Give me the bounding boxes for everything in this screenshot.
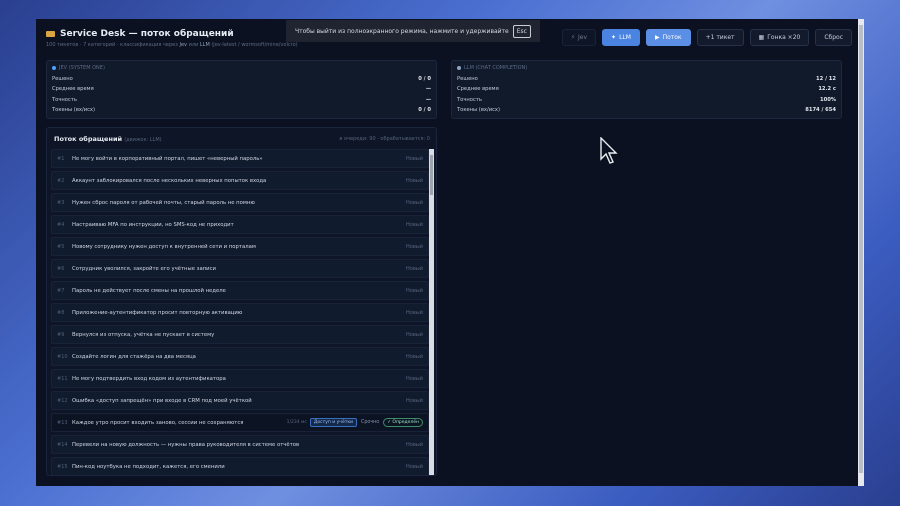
ticket-status: Новый [406,331,423,338]
header: Service Desk — поток обращений 100 тикет… [46,29,298,48]
category-badge: Доступ и учётки [309,418,357,427]
ticket-text: Приложение-аутентификатор просит повторн… [72,309,243,316]
ticket-row[interactable]: #4 Настраиваю MFA по инструкции, но SMS-к… [51,215,429,234]
play-icon: ▶ [654,34,660,41]
ticket-text: Перевели на новую должность — нужны прав… [72,441,300,448]
bolt-icon: ⚡ [570,34,576,41]
jev-engine-button[interactable]: ⚡ Jev [561,29,597,46]
ticket-text: Каждое утро просит входить заново, сесси… [72,419,244,426]
ticket-status: Новый [406,243,423,250]
reset-button[interactable]: Сброс [815,29,852,46]
result-badge: ✓ Определён [383,418,423,427]
ticket-number: #11 [57,375,68,382]
ticket-text: Создайте логин для стажёра на два месяца [72,353,196,360]
ticket-list[interactable]: #1 Не могу войти в корпоративный портал, … [51,149,429,475]
ticket-number: #2 [57,177,65,184]
ticket-number: #9 [57,331,65,338]
ticket-row[interactable]: #12 Ошибка «доступ запрещён» при входе в … [51,391,429,410]
ticket-status: Новый [406,397,423,404]
ticket-number: #14 [57,441,68,448]
race-button[interactable]: ▦ Гонка ×20 [749,29,810,46]
ticket-text: Вернулся из отпуска, учётка не пускает в… [72,331,215,338]
ticket-row-active[interactable]: #13 Каждое утро просит входить заново, се… [51,413,429,432]
ticket-row[interactable]: #5 Новому сотруднику нужен доступ к внутр… [51,237,429,256]
mouse-cursor-icon [600,137,618,164]
ticket-status: Новый [406,199,423,206]
flow-button[interactable]: ▶ Поток [645,29,691,46]
ticket-number: #5 [57,243,65,250]
ticket-text: Пароль не действует после смены на прошл… [72,287,226,294]
ticket-status: Новый [406,309,423,316]
ticket-text: Ошибка «доступ запрещён» при входе в CRM… [72,397,252,404]
ticket-status: Новый [406,265,423,272]
ticket-row[interactable]: #7 Пароль не действует после смены на про… [51,281,429,300]
ticket-row[interactable]: #11 Не могу подтвердить вход кодом из аут… [51,369,429,388]
list-scrollbar[interactable] [429,149,434,475]
toolbar: ⚡ Jev ✦ LLM ▶ Поток +1 тикет ▦ Гонка ×20 Сбр… [561,29,852,46]
ticket-status: Новый [406,287,423,294]
ticket-status: Новый [406,177,423,184]
sparkle-icon: ✦ [611,34,617,41]
ticket-row[interactable]: #14 Перевели на новую должность — нужны п… [51,435,429,454]
ticket-status: Новый [406,353,423,360]
ticket-text: Не могу войти в корпоративный портал, пи… [72,155,263,162]
ticket-status: Новый [406,375,423,382]
ticket-text: Не могу подтвердить вход кодом из аутент… [72,375,226,382]
grid-icon: ▦ [758,34,765,41]
status-dot-icon [457,66,461,70]
page-title: Service Desk — поток обращений [46,29,298,39]
llm-stats-card: LLM (CHAT COMPLETION) Решено 12 / 12 Сред… [451,60,842,119]
ticket-status: Новый [406,221,423,228]
ticket-timing: 1/234 мс [286,420,307,425]
ticket-row[interactable]: #3 Нужен сброс пароля от рабочей почты, с… [51,193,429,212]
esc-key: Esc [512,24,531,38]
ticket-status: Новый [406,155,423,162]
ticket-number: #1 [57,155,65,162]
ticket-text: Настраиваю MFA по инструкции, но SMS-код… [72,221,234,228]
ticket-number: #15 [57,463,68,470]
feed-title: Поток обращений (движок: LLM) [54,135,162,143]
ticket-row[interactable]: #1 Не могу войти в корпоративный портал, … [51,149,429,168]
ticket-row[interactable]: #15 Пин-код ноутбука не подходит, кажется… [51,457,429,475]
ticket-text: Аккаунт заблокировался после нескольких … [72,177,267,184]
ticket-number: #10 [57,353,68,360]
ticket-status: Новый [406,441,423,448]
ticket-status: Новый [406,463,423,470]
status-dot-icon [52,66,56,70]
ticket-row[interactable]: #10 Создайте логин для стажёра на два мес… [51,347,429,366]
priority-label: Срочно [360,420,380,425]
ticket-number: #7 [57,287,65,294]
window-scrollbar[interactable] [858,19,864,486]
ticket-number: #3 [57,199,65,206]
ticket-number: #6 [57,265,65,272]
ticket-icon [46,31,55,37]
ticket-row[interactable]: #8 Приложение-аутентификатор просит повто… [51,303,429,322]
ticket-row[interactable]: #9 Вернулся из отпуска, учётка не пускает… [51,325,429,344]
page-subtitle: 100 тикетов · 7 категорий · классификаци… [46,42,298,48]
feed-status: в очереди: 90 · обрабатывается: 0 [339,136,430,142]
ticket-text: Нужен сброс пароля от рабочей почты, ста… [72,199,255,206]
fullscreen-toast: Чтобы выйти из полноэкранного режима, на… [286,20,540,42]
ticket-text: Пин-код ноутбука не подходит, кажется, е… [72,463,225,470]
ticket-number: #12 [57,397,68,404]
app-window: Service Desk — поток обращений 100 тикет… [36,19,864,486]
ticket-text: Новому сотруднику нужен доступ к внутрен… [72,243,256,250]
ticket-number: #13 [57,419,68,426]
ticket-text: Сотрудник уволился, закройте его учётные… [72,265,216,272]
ticket-row[interactable]: #6 Сотрудник уволился, закройте его учётн… [51,259,429,278]
ticket-number: #8 [57,309,65,316]
jev-stats-card: JEV (SYSTEM ONE) Решено 0 / 0 Среднее вре… [46,60,437,119]
ticket-number: #4 [57,221,65,228]
ticket-row[interactable]: #2 Аккаунт заблокировался после нескольки… [51,171,429,190]
add-ticket-button[interactable]: +1 тикет [696,29,744,46]
ticket-feed-panel: Поток обращений (движок: LLM) в очереди:… [46,127,437,476]
llm-engine-button[interactable]: ✦ LLM [602,29,640,46]
